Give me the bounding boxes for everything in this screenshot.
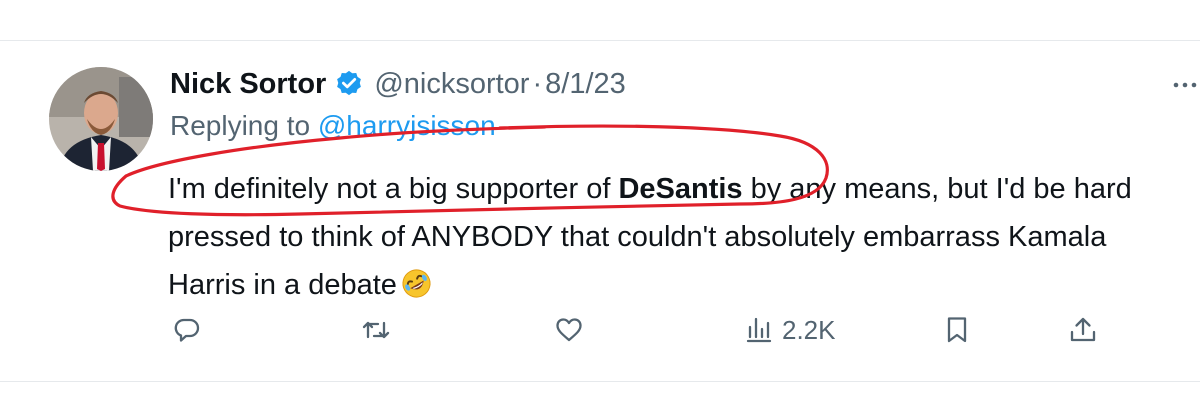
- top-divider: [0, 40, 1200, 41]
- bottom-divider: [0, 381, 1200, 382]
- retweet-icon: [362, 321, 390, 339]
- replying-to: Replying to @harryjsisson: [170, 110, 496, 142]
- avatar-photo: [49, 67, 153, 171]
- views-count: 2.2K: [782, 314, 836, 345]
- reply-icon[interactable]: [180, 0, 204, 8]
- tweet-text-part-1: I'm definitely not a big supporter of: [168, 173, 619, 205]
- bookmark-icon: [947, 317, 967, 343]
- reply-icon: [174, 318, 200, 342]
- tweet-text: I'm definitely not a big supporter of De…: [168, 165, 1178, 309]
- replying-to-mention[interactable]: @harryjsisson: [318, 110, 496, 141]
- rolling-laughing-emoji-icon: [402, 269, 431, 298]
- share-icon: [1070, 317, 1096, 342]
- views-icon[interactable]: [752, 0, 776, 8]
- retweet-icon[interactable]: [368, 0, 392, 8]
- share-button[interactable]: [1068, 310, 1098, 350]
- author-name[interactable]: Nick Sortor: [170, 68, 326, 101]
- views-button[interactable]: 2.2K: [744, 310, 836, 350]
- tweet-date[interactable]: 8/1/23: [545, 68, 626, 101]
- reply-button[interactable]: [172, 310, 202, 350]
- like-icon: [556, 318, 582, 342]
- previous-tweet-actions: [0, 0, 1200, 20]
- tweet-text-bold: DeSantis: [618, 173, 743, 205]
- verified-badge-icon[interactable]: [334, 69, 364, 99]
- more-options-icon[interactable]: [1170, 70, 1200, 100]
- bookmark-icon[interactable]: [942, 0, 966, 8]
- tweet-header: Nick Sortor @nicksortor · 8/1/23: [170, 62, 626, 106]
- bookmark-button[interactable]: [942, 310, 972, 350]
- like-button[interactable]: [554, 310, 584, 350]
- author-handle[interactable]: @nicksortor: [374, 68, 529, 101]
- views-icon: [746, 317, 772, 343]
- share-icon[interactable]: [1097, 0, 1121, 8]
- avatar[interactable]: [49, 67, 153, 171]
- like-icon[interactable]: [558, 0, 582, 8]
- header-separator: ·: [532, 67, 543, 100]
- replying-prefix: Replying to: [170, 110, 318, 141]
- retweet-button[interactable]: [361, 310, 391, 350]
